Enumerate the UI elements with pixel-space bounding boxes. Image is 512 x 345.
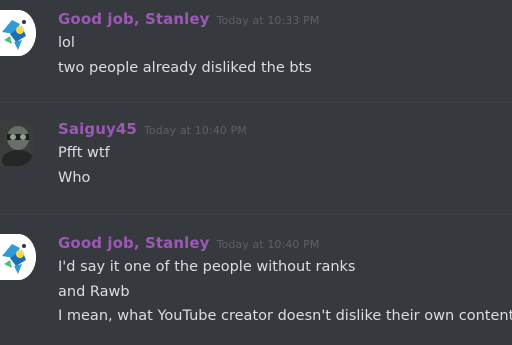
user-avatar[interactable] [0,10,36,56]
message-line: two people already disliked the bts [58,60,312,76]
blue-mascot-avatar-icon [0,10,36,56]
photo-avatar-icon [0,120,36,166]
message-group: Good job, Stanley Today at 10:40 PM I'd s… [0,224,512,345]
username[interactable]: Good job, Stanley [58,234,210,252]
username[interactable]: Saiguy45 [58,120,137,138]
message-group: Good job, Stanley Today at 10:33 PM lol t… [0,0,512,100]
message-line: Who [58,170,91,186]
timestamp: Today at 10:40 PM [216,238,320,251]
message-header: Good job, Stanley Today at 10:33 PM [58,10,319,28]
blue-mascot-avatar-icon [0,234,36,280]
timestamp: Today at 10:33 PM [216,14,320,27]
message-divider [0,102,512,103]
message-divider [0,214,512,215]
username[interactable]: Good job, Stanley [58,10,210,28]
message-line: Pfft wtf [58,145,110,161]
message-group: Saiguy45 Today at 10:40 PM Pfft wtf Who [0,110,512,210]
message-line: lol [58,35,75,51]
message-header: Good job, Stanley Today at 10:40 PM [58,234,319,252]
message-header: Saiguy45 Today at 10:40 PM [58,120,247,138]
user-avatar[interactable] [0,234,36,280]
message-line: I mean, what YouTube creator doesn't dis… [58,308,512,324]
timestamp: Today at 10:40 PM [143,124,247,137]
user-avatar[interactable] [0,120,36,166]
message-line: I'd say it one of the people without ran… [58,259,356,275]
chat-messages: Good job, Stanley Today at 10:33 PM lol t… [0,0,512,345]
message-line: and Rawb [58,284,130,300]
